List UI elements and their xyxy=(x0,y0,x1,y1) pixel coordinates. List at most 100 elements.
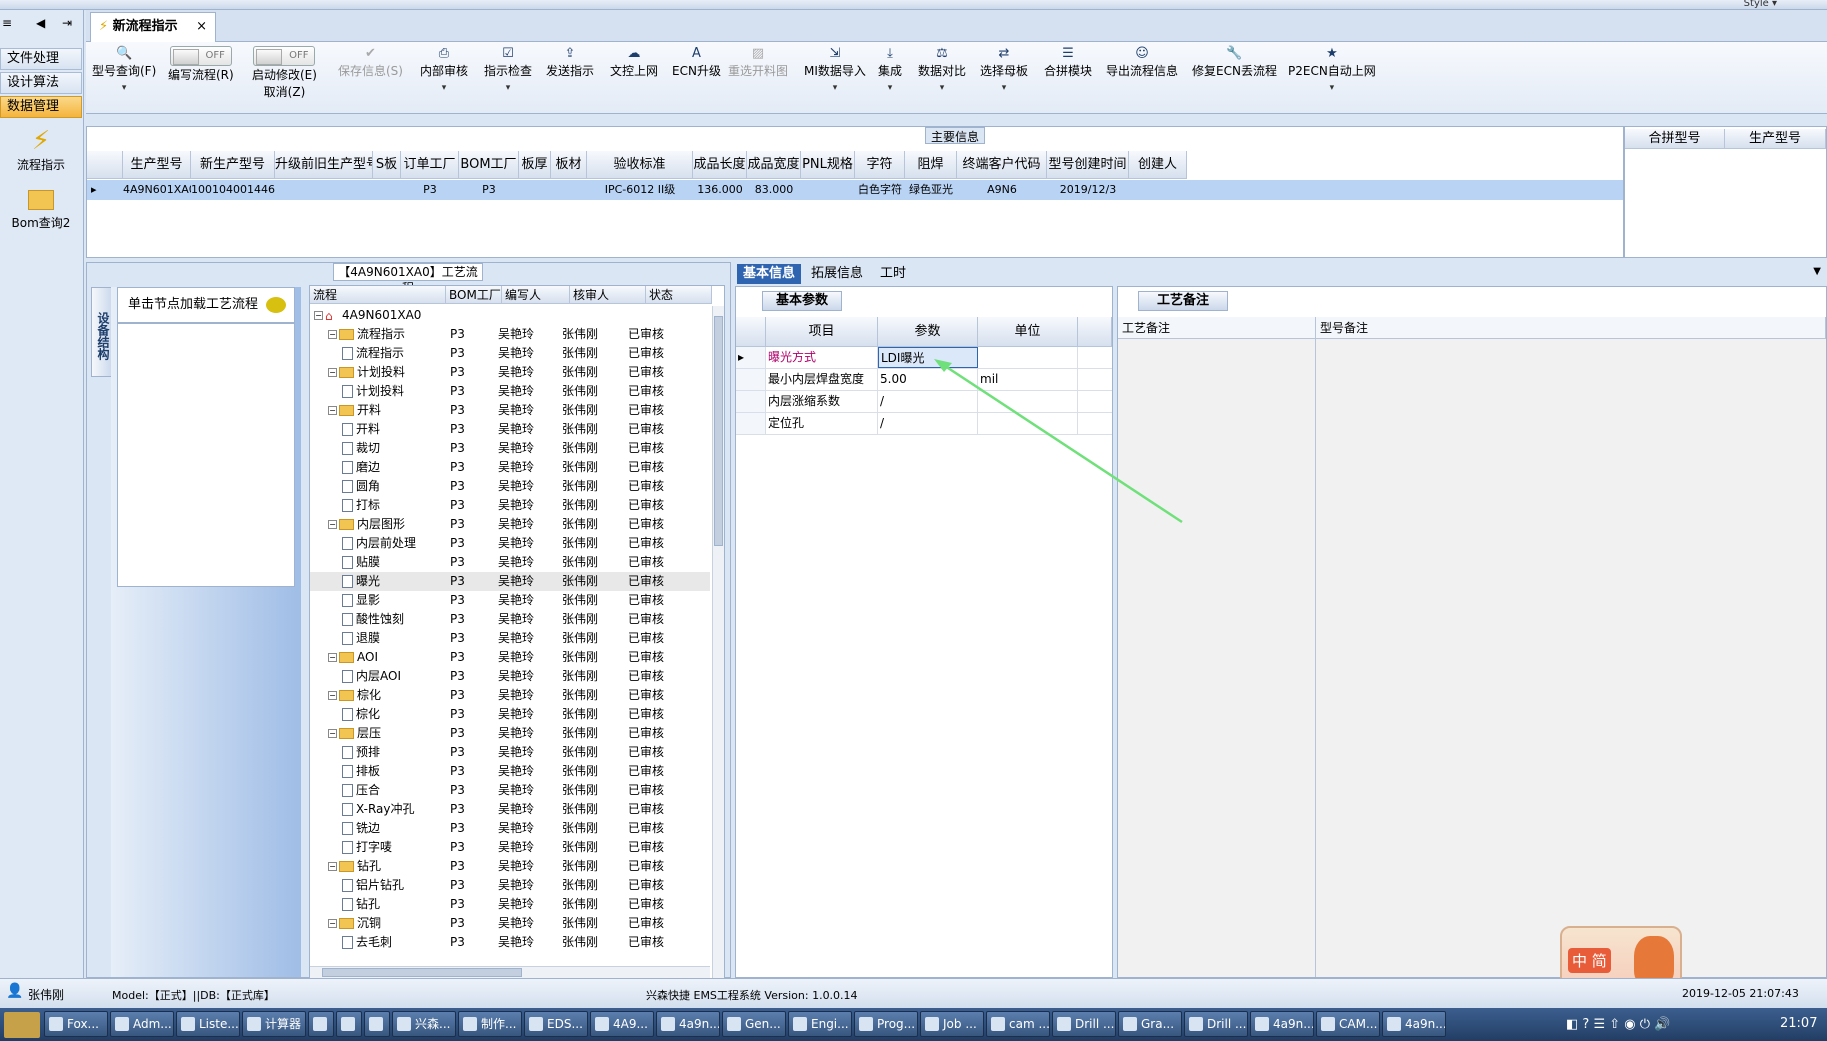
load-node-hint[interactable]: 单击节点加载工艺流程 xyxy=(117,287,295,323)
taskbar-item[interactable]: Prog... xyxy=(854,1011,918,1037)
main-info-cell-10[interactable]: 83.000 xyxy=(747,180,801,200)
tree-row[interactable]: 酸性蚀刻 P3 吴艳玲 张伟刚 已审核 xyxy=(310,610,710,629)
main-info-col-4[interactable]: 订单工厂 xyxy=(401,151,459,179)
main-info-cell-2[interactable] xyxy=(275,180,373,200)
tree-row[interactable]: 预排 P3 吴艳玲 张伟刚 已审核 xyxy=(310,743,710,762)
tab-new-flow-instruction[interactable]: ⚡ 新流程指示 × xyxy=(90,12,216,42)
main-info-col-16[interactable]: 创建人 xyxy=(1129,151,1187,179)
tree-row[interactable]: − 层压 P3 吴艳玲 张伟刚 已审核 xyxy=(310,724,710,743)
tree-row[interactable]: 退膜 P3 吴艳玲 张伟刚 已审核 xyxy=(310,629,710,648)
tree-row[interactable]: 钻孔 P3 吴艳玲 张伟刚 已审核 xyxy=(310,895,710,914)
cancel-label[interactable]: 取消(Z) xyxy=(264,85,306,99)
tree-row[interactable]: 棕化 P3 吴艳玲 张伟刚 已审核 xyxy=(310,705,710,724)
taskbar-item[interactable]: 4a9n... xyxy=(1250,1011,1314,1037)
taskbar-item[interactable]: Adm... xyxy=(110,1011,174,1037)
tree-row[interactable]: 排板 P3 吴艳玲 张伟刚 已审核 xyxy=(310,762,710,781)
col-bom-factory[interactable]: BOM工厂 xyxy=(446,286,502,304)
taskbar-item[interactable]: 计算器 xyxy=(242,1011,306,1037)
ecn-upgrade-button[interactable]: A ECN升级 xyxy=(672,46,721,79)
main-info-cell-8[interactable]: IPC-6012 II级 xyxy=(587,180,693,200)
taskbar-item[interactable]: cam ... xyxy=(986,1011,1050,1037)
collapse-icon[interactable]: − xyxy=(328,368,337,377)
fix-ecn-button[interactable]: 🔧 修复ECN丢流程 xyxy=(1192,46,1277,79)
taskbar-item[interactable]: 兴森... xyxy=(392,1011,456,1037)
off-switch[interactable]: OFF xyxy=(253,46,316,66)
taskbar-item[interactable]: Engi... xyxy=(788,1011,852,1037)
tree-row[interactable]: 贴膜 P3 吴艳玲 张伟刚 已审核 xyxy=(310,553,710,572)
reselect-cutting-button[interactable]: ▨ 重选开料图 xyxy=(728,46,788,79)
tree-row[interactable]: 计划投料 P3 吴艳玲 张伟刚 已审核 xyxy=(310,382,710,401)
main-info-col-1[interactable]: 新生产型号 xyxy=(191,151,275,179)
file-explorer-icon[interactable] xyxy=(4,1012,40,1038)
nav-file-processing[interactable]: 文件处理 xyxy=(0,48,82,70)
tree-row[interactable]: − 流程指示 P3 吴艳玲 张伟刚 已审核 xyxy=(310,325,710,344)
main-info-cell-12[interactable]: 白色字符 xyxy=(855,180,905,200)
off-switch[interactable]: OFF xyxy=(169,46,232,66)
taskbar-item[interactable]: Gra... xyxy=(1118,1011,1182,1037)
tree-horizontal-scrollbar[interactable] xyxy=(310,966,710,978)
tab-basic-params[interactable]: 基本参数 xyxy=(762,291,842,311)
tab-basic-info[interactable]: 基本信息 xyxy=(737,264,802,284)
main-info-col-13[interactable]: 阻焊 xyxy=(905,151,957,179)
nav-design-algorithm[interactable]: 设计算法 xyxy=(0,72,82,94)
p2ecn-upload-button[interactable]: ★ P2ECN自动上网 ▾ xyxy=(1288,46,1376,93)
tree-row[interactable]: X-Ray冲孔 P3 吴艳玲 张伟刚 已审核 xyxy=(310,800,710,819)
tree-row[interactable]: − ⌂ 4A9N601XA0 xyxy=(310,306,710,325)
main-info-cell-7[interactable] xyxy=(551,180,587,200)
export-flow-button[interactable]: ☺ 导出流程信息 xyxy=(1106,46,1178,79)
scroll-thumb[interactable] xyxy=(322,968,522,977)
taskbar-item[interactable]: Liste... xyxy=(176,1011,240,1037)
main-info-col-0[interactable]: 生产型号 xyxy=(123,151,191,179)
main-info-cell-15[interactable]: 2019/12/3 xyxy=(1047,180,1129,200)
taskbar-item[interactable]: 4a9n... xyxy=(1382,1011,1446,1037)
data-compare-button[interactable]: ⚖ 数据对比 ▾ xyxy=(918,46,966,93)
clock[interactable]: 21:07 xyxy=(1780,1016,1817,1031)
main-info-cell-4[interactable]: P3 xyxy=(401,180,459,200)
main-info-col-8[interactable]: 验收标准 xyxy=(587,151,693,179)
collapse-icon[interactable]: − xyxy=(328,691,337,700)
tree-row[interactable]: − 开料 P3 吴艳玲 张伟刚 已审核 xyxy=(310,401,710,420)
main-info-cell-9[interactable]: 136.000 xyxy=(693,180,747,200)
model-remark-field[interactable] xyxy=(1316,339,1826,977)
col-unit[interactable]: 单位 xyxy=(978,317,1078,347)
main-info-col-6[interactable]: 板厚 xyxy=(519,151,551,179)
main-info-cell-13[interactable]: 绿色亚光 xyxy=(905,180,957,200)
taskbar-item[interactable]: Job ... xyxy=(920,1011,984,1037)
tree-row[interactable]: 去毛刺 P3 吴艳玲 张伟刚 已审核 xyxy=(310,933,710,952)
integrate-button[interactable]: ⤓ 集成 ▾ xyxy=(878,46,902,93)
tree-row[interactable]: 内层前处理 P3 吴艳玲 张伟刚 已审核 xyxy=(310,534,710,553)
main-info-cell-3[interactable] xyxy=(373,180,401,200)
taskbar-item[interactable]: EDS... xyxy=(524,1011,588,1037)
main-info-cell-1[interactable]: 10010400144628 xyxy=(191,180,275,200)
taskbar-item[interactable]: 制作... xyxy=(458,1011,522,1037)
tree-row[interactable]: 铣边 P3 吴艳玲 张伟刚 已审核 xyxy=(310,819,710,838)
merge-model-header[interactable]: 合拼型号 xyxy=(1625,129,1725,149)
type-query-button[interactable]: 🔍 型号查询(F) ▾ xyxy=(92,46,156,93)
save-info-button[interactable]: ✔ 保存信息(S) xyxy=(338,46,403,79)
side-tab-device-structure[interactable]: 设备结构 xyxy=(91,287,113,377)
nav-data-management[interactable]: 数据管理 xyxy=(0,96,82,118)
tree-row[interactable]: − 棕化 P3 吴艳玲 张伟刚 已审核 xyxy=(310,686,710,705)
tree-row[interactable]: − 内层图形 P3 吴艳玲 张伟刚 已审核 xyxy=(310,515,710,534)
col-reviewer[interactable]: 核审人 xyxy=(570,286,646,304)
col-item[interactable]: 项目 xyxy=(766,317,878,347)
tree-row[interactable]: 内层AOI P3 吴艳玲 张伟刚 已审核 xyxy=(310,667,710,686)
production-model-header[interactable]: 生产型号 xyxy=(1725,129,1826,149)
col-flow[interactable]: 流程 xyxy=(310,286,446,304)
tree-row[interactable]: − 钻孔 P3 吴艳玲 张伟刚 已审核 xyxy=(310,857,710,876)
col-param[interactable]: 参数 xyxy=(878,317,978,347)
tree-row[interactable]: 开料 P3 吴艳玲 张伟刚 已审核 xyxy=(310,420,710,439)
tree-row[interactable]: 曝光 P3 吴艳玲 张伟刚 已审核 xyxy=(310,572,710,591)
shortcut-bom-query[interactable]: Bom查询2 xyxy=(0,186,82,231)
collapse-icon[interactable]: − xyxy=(328,919,337,928)
col-model-remark[interactable]: 型号备注 xyxy=(1316,317,1826,339)
taskbar-item[interactable]: Drill ... xyxy=(1184,1011,1248,1037)
main-info-cell-16[interactable] xyxy=(1129,180,1187,200)
enable-modify-toggle[interactable]: OFF 启动修改(E) 取消(Z) xyxy=(252,46,317,100)
tree-vertical-scrollbar[interactable] xyxy=(712,306,724,978)
tree-row[interactable]: − 计划投料 P3 吴艳玲 张伟刚 已审核 xyxy=(310,363,710,382)
main-info-col-12[interactable]: 字符 xyxy=(855,151,905,179)
chevron-down-icon[interactable]: ▼ xyxy=(1813,266,1821,277)
check-instruction-button[interactable]: ☑ 指示检查 ▾ xyxy=(484,46,532,93)
tab-process-remark[interactable]: 工艺备注 xyxy=(1138,291,1228,311)
